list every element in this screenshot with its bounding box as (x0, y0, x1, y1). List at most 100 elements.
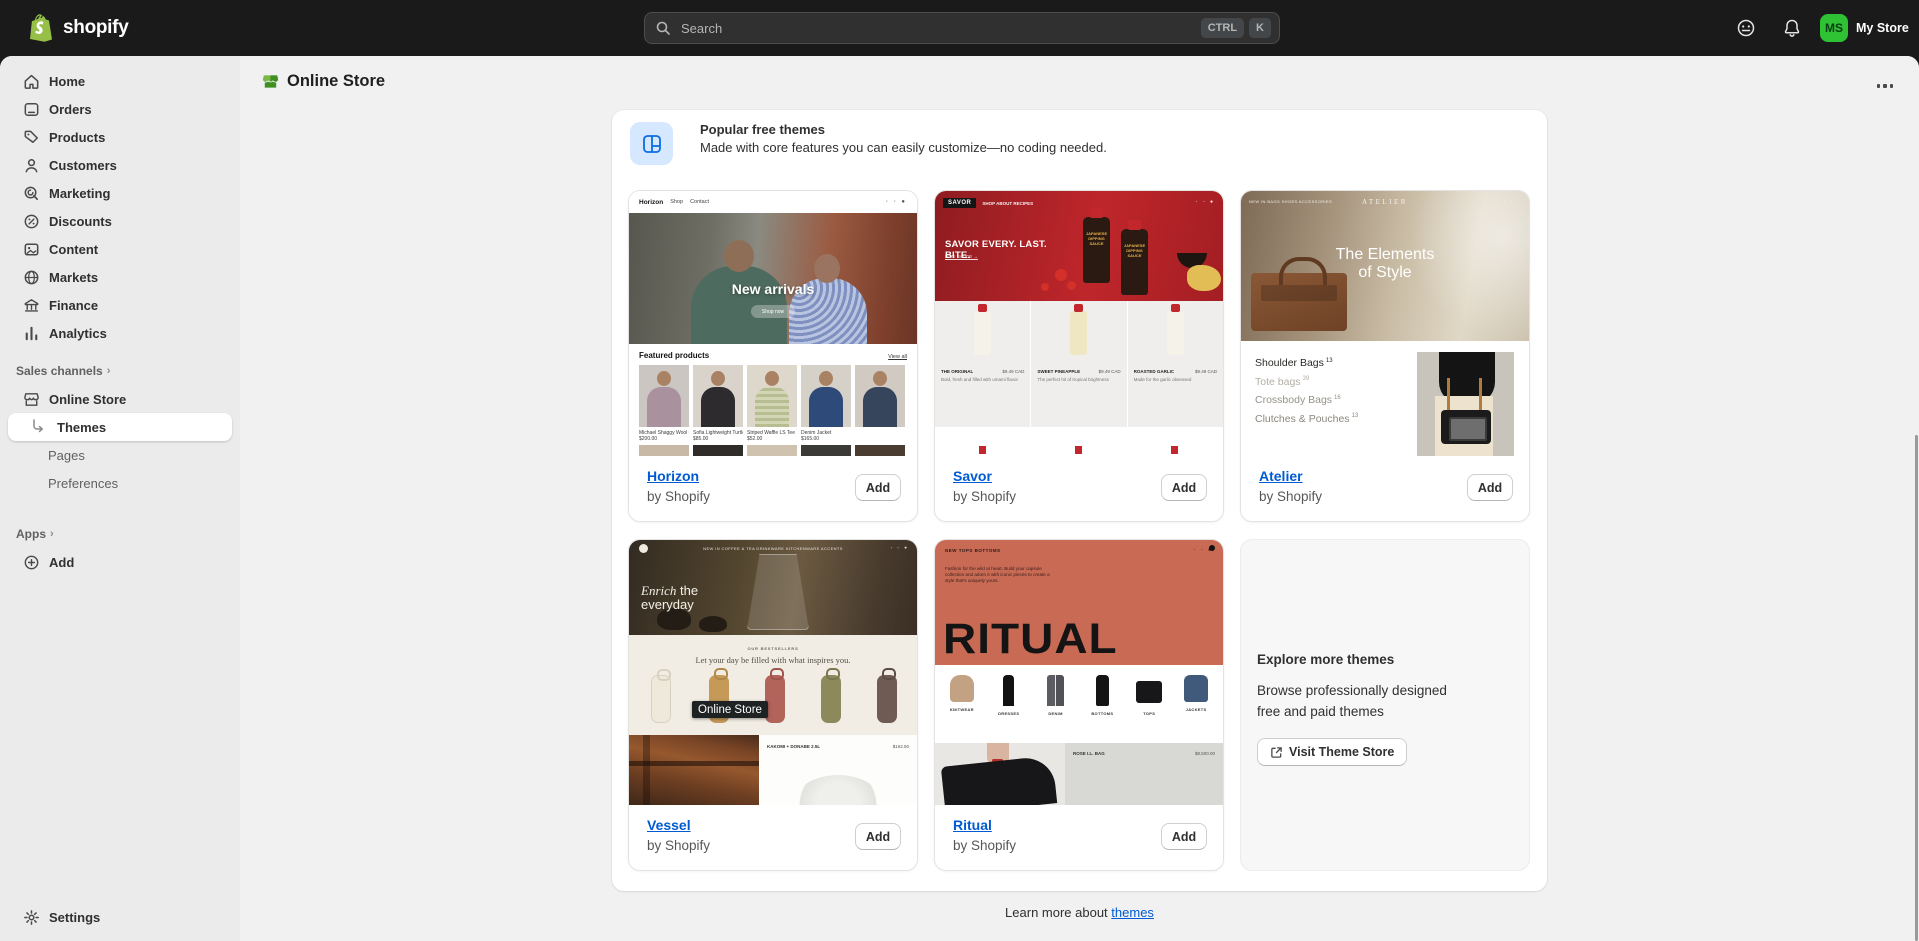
add-theme-button[interactable]: Add (1161, 474, 1207, 501)
sidebar-item-home[interactable]: Home (0, 67, 240, 95)
store-name[interactable]: My Store (1856, 21, 1909, 35)
cup-decor (699, 616, 727, 632)
bag-decor (1441, 410, 1491, 444)
sidebar-item-settings[interactable]: Settings (0, 903, 240, 931)
atelier-preview[interactable]: NEW IN BAGS SHOES ACCESSORIES ATELIER ◦ … (1241, 191, 1529, 456)
notifications-bell-icon[interactable] (1782, 18, 1802, 38)
horizon-nav-icons: ◦ ◦ ● (886, 199, 907, 205)
savor-nav-icons: ◦ ◦ ● (1196, 199, 1215, 205)
vessel-nav-links: NEW IN COFFEE & TEA DRINKWARE KITCHENWAR… (629, 546, 917, 551)
product-tile (855, 365, 905, 427)
ritual-nav-links: NEW TOPS BOTTOMS (945, 548, 1001, 553)
sidebar-item-customers[interactable]: Customers (0, 151, 240, 179)
theme-card-footer: Horizon by Shopify Add (629, 456, 917, 521)
sidebar-item-add-app[interactable]: Add (0, 548, 240, 576)
shopify-wordmark: shopify (63, 17, 128, 39)
sales-channels-header[interactable]: Sales channels › (0, 357, 240, 385)
sidebar-item-discounts[interactable]: Discounts (0, 207, 240, 235)
category-tile: JACKETS (1176, 675, 1216, 743)
external-link-icon (1270, 746, 1283, 759)
sidebar-item-orders[interactable]: Orders (0, 95, 240, 123)
thermos-decor (877, 675, 897, 723)
wood-shelf-photo (629, 735, 759, 805)
theme-card-vessel: NEW IN COFFEE & TEA DRINKWARE KITCHENWAR… (628, 539, 918, 871)
theme-card-ritual: NEW TOPS BOTTOMS ◦ ◦ ● Fashion for the w… (934, 539, 1224, 871)
page-header: Online Store (261, 72, 385, 91)
online-store-tooltip: Online Store (692, 701, 768, 718)
explore-more-themes-card: Explore more themes Browse professionall… (1240, 539, 1530, 871)
theme-name-link[interactable]: Horizon (647, 468, 699, 484)
handbag-decor (1251, 273, 1347, 331)
visit-theme-store-label: Visit Theme Store (1289, 745, 1394, 759)
apps-header[interactable]: Apps › (0, 520, 240, 548)
sidebar-item-content[interactable]: Content (0, 235, 240, 263)
add-theme-button[interactable]: Add (855, 823, 901, 850)
chevron-right-icon: › (107, 365, 111, 377)
shopify-logo[interactable]: shopify (30, 14, 128, 42)
theme-author: by Shopify (1259, 489, 1322, 504)
visit-theme-store-button[interactable]: Visit Theme Store (1257, 738, 1407, 766)
sidebar-item-label: Orders (49, 102, 92, 117)
learn-more-text: Learn more about (1005, 905, 1108, 920)
product-caption: Denim Jacket$165.00 (801, 430, 851, 442)
search-input[interactable] (679, 20, 1196, 37)
sales-channels-label: Sales channels (16, 364, 103, 378)
page-title: Online Store (287, 72, 385, 91)
sidebar-item-label: Marketing (49, 186, 110, 201)
sidebar-item-analytics[interactable]: Analytics (0, 319, 240, 347)
chevron-right-icon: › (50, 528, 54, 540)
dot (1890, 84, 1894, 88)
ritual-product-name: ROSE I.L. BAG (1073, 751, 1105, 756)
store-avatar[interactable]: MS (1820, 14, 1848, 42)
theme-author: by Shopify (647, 489, 710, 504)
search-icon (655, 20, 671, 36)
horizon-nav-link: Shop (670, 199, 683, 205)
sidebar-item-preferences[interactable]: Preferences (0, 469, 240, 497)
vessel-bottom: KAKOMI + DONABE 2.5L $162.50 (629, 735, 917, 805)
sidebar-item-label: Preferences (48, 476, 118, 491)
category-tile: DRESSES (989, 675, 1029, 743)
add-theme-button[interactable]: Add (1161, 823, 1207, 850)
savor-preview[interactable]: SAVOR SHOP ABOUT RECIPES ◦ ◦ ● SAVOR EVE… (935, 191, 1223, 456)
product-caption: Sofia Lightweight Turtleneck Top$85.00 (693, 430, 743, 442)
sidebar-item-finance[interactable]: Finance (0, 291, 240, 319)
orders-icon (22, 100, 41, 119)
atelier-hero: NEW IN BAGS SHOES ACCESSORIES ATELIER ◦ … (1241, 191, 1529, 341)
product-caption: Michael Shaggy Wool Cardigan$200.00 (639, 430, 689, 442)
sidebar-item-label: Discounts (49, 214, 112, 229)
vessel-tagline: Let your day be filled with what inspire… (629, 655, 917, 665)
customers-icon (22, 156, 41, 175)
sidebar-item-online-store[interactable]: Online Store (0, 385, 240, 413)
page-scrollbar[interactable] (1915, 435, 1918, 941)
theme-name-link[interactable]: Savor (953, 468, 992, 484)
sidebar-item-products[interactable]: Products (0, 123, 240, 151)
sidekick-icon[interactable] (1736, 18, 1756, 38)
vessel-preview[interactable]: NEW IN COFFEE & TEA DRINKWARE KITCHENWAR… (629, 540, 917, 805)
top-bar: shopify CTRL K MS My Store (0, 0, 1919, 56)
app-surface: Home Orders Products Customers Marketing… (0, 56, 1919, 941)
add-theme-button[interactable]: Add (1467, 474, 1513, 501)
horizon-preview[interactable]: Horizon Shop Contact ◦ ◦ ● New arrivals … (629, 191, 917, 456)
category-tile: TOPS (1129, 675, 1169, 743)
sidebar-item-pages[interactable]: Pages (0, 441, 240, 469)
more-actions-button[interactable] (1873, 78, 1897, 94)
global-search[interactable]: CTRL K (644, 12, 1280, 44)
vessel-nav-icons: ◦ ◦ ● (891, 545, 909, 550)
plate-decor (793, 775, 883, 805)
add-theme-button[interactable]: Add (855, 474, 901, 501)
sidebar-item-marketing[interactable]: Marketing (0, 179, 240, 207)
sidebar-item-themes[interactable]: Themes (0, 413, 240, 441)
savor-product: ROASTED GARLIC$9.49 CAD Made for the gar… (1128, 301, 1223, 427)
sidebar-item-markets[interactable]: Markets (0, 263, 240, 291)
theme-name-link[interactable]: Ritual (953, 817, 992, 833)
blazer-decor (941, 755, 1057, 805)
ritual-product-strip: ROSE I.L. BAG $8,500.00 (1065, 743, 1223, 805)
theme-name-link[interactable]: Atelier (1259, 468, 1303, 484)
analytics-bars-icon (22, 324, 41, 343)
sidebar-item-label: Content (49, 242, 98, 257)
theme-name-link[interactable]: Vessel (647, 817, 691, 833)
themes-help-link[interactable]: themes (1111, 905, 1154, 920)
sidebar-item-label: Customers (49, 158, 117, 173)
ritual-preview[interactable]: NEW TOPS BOTTOMS ◦ ◦ ● Fashion for the w… (935, 540, 1223, 805)
atelier-product-photo (1417, 352, 1514, 456)
